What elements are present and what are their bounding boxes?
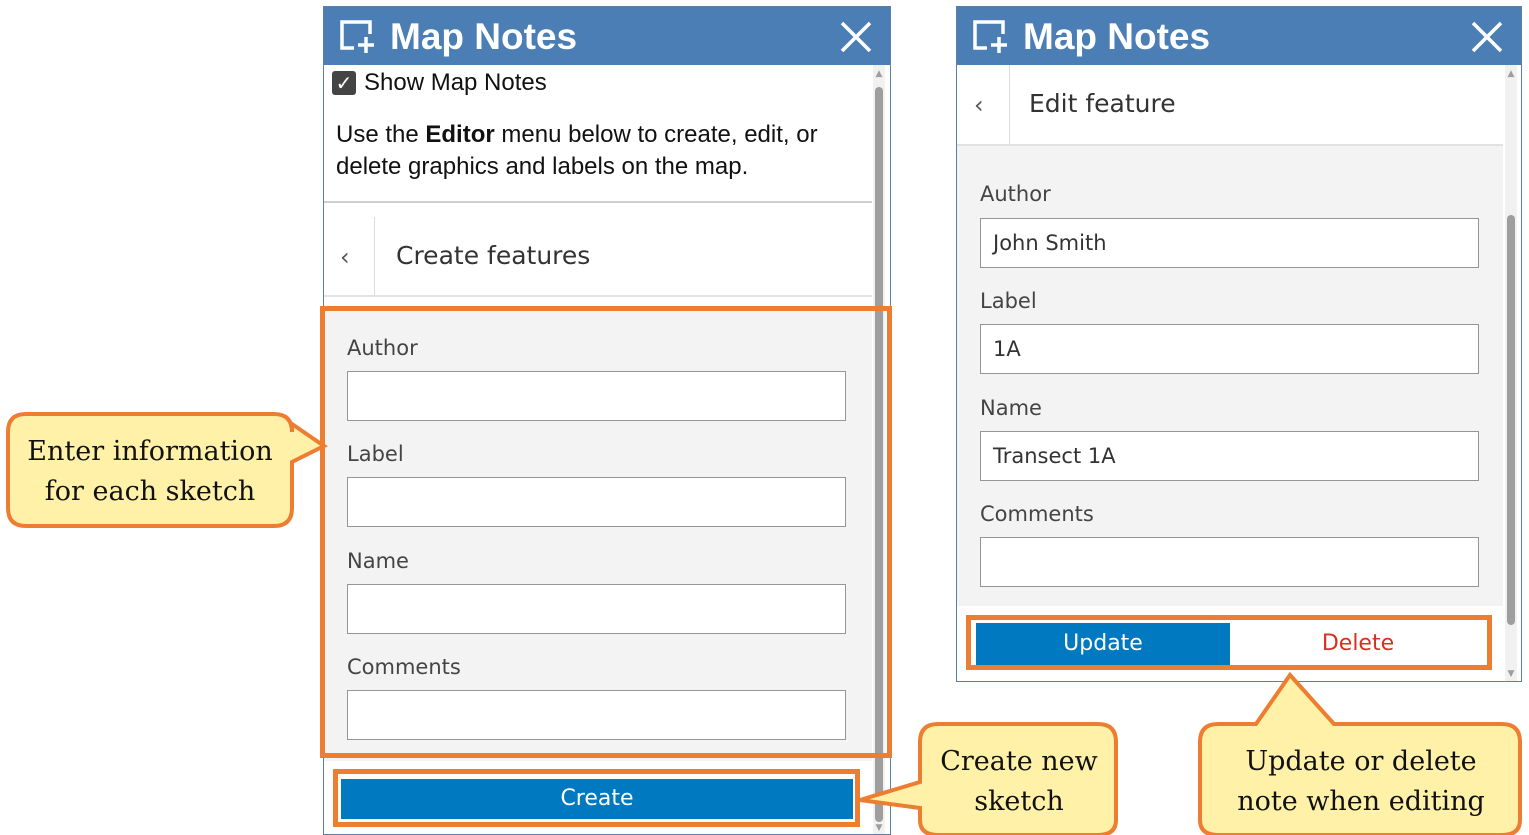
editor-instructions: Use the Editor menu below to create, edi… <box>336 121 818 180</box>
divider <box>374 217 375 295</box>
close-icon[interactable] <box>838 19 874 55</box>
chevron-left-icon[interactable]: ‹ <box>974 91 984 119</box>
comments-label: Comments <box>980 502 1094 526</box>
form-highlight <box>320 306 892 758</box>
editor-keyword: Editor <box>425 121 495 148</box>
create-features-header: ‹ Create features <box>324 215 872 297</box>
scrollbar-thumb[interactable] <box>1507 215 1515 625</box>
edit-feature-form: Author John Smith Label 1A Name Transect… <box>957 146 1503 606</box>
add-map-note-icon <box>340 20 380 54</box>
name-label: Name <box>980 396 1042 420</box>
panel-title: Map Notes <box>1023 16 1211 57</box>
label-label: Label <box>980 289 1037 313</box>
author-label: Author <box>980 182 1051 206</box>
map-notes-panel-right: Map Notes ‹ Edit feature Author John Smi… <box>956 6 1522 682</box>
callout-enter-info-text: Enter information for each sketch <box>27 436 273 507</box>
scroll-down-icon[interactable]: ▼ <box>1505 669 1517 679</box>
divider <box>324 201 872 203</box>
scroll-up-icon[interactable]: ▲ <box>873 69 885 79</box>
label-input[interactable]: 1A <box>980 324 1479 374</box>
scroll-up-icon[interactable]: ▲ <box>1505 69 1517 79</box>
edit-feature-header: ‹ Edit feature <box>957 65 1503 145</box>
panel-header: Map Notes <box>957 7 1521 65</box>
scroll-down-icon[interactable]: ▼ <box>873 823 885 833</box>
show-map-notes-toggle[interactable]: ✓ Show Map Notes <box>332 69 547 97</box>
checkbox-checked-icon[interactable]: ✓ <box>332 71 356 95</box>
update-delete-highlight <box>966 615 1492 670</box>
divider <box>324 295 872 297</box>
scrollbar[interactable]: ▲ ▼ <box>1505 65 1517 681</box>
author-input[interactable]: John Smith <box>980 218 1479 268</box>
panel-header: Map Notes <box>324 7 890 65</box>
comments-input[interactable] <box>980 537 1479 587</box>
section-title: Edit feature <box>1029 89 1176 118</box>
create-highlight <box>333 769 860 827</box>
show-map-notes-label: Show Map Notes <box>364 69 547 96</box>
callout-create-new-text: Create new sketch <box>940 746 1098 817</box>
panel-title: Map Notes <box>390 16 578 57</box>
section-title: Create features <box>396 241 591 270</box>
add-map-note-icon <box>973 20 1013 54</box>
chevron-left-icon[interactable]: ‹ <box>340 243 350 271</box>
name-input[interactable]: Transect 1A <box>980 431 1479 481</box>
close-icon[interactable] <box>1469 19 1505 55</box>
divider <box>1009 65 1010 145</box>
callout-update-delete-text: Update or delete note when editing <box>1237 746 1485 817</box>
